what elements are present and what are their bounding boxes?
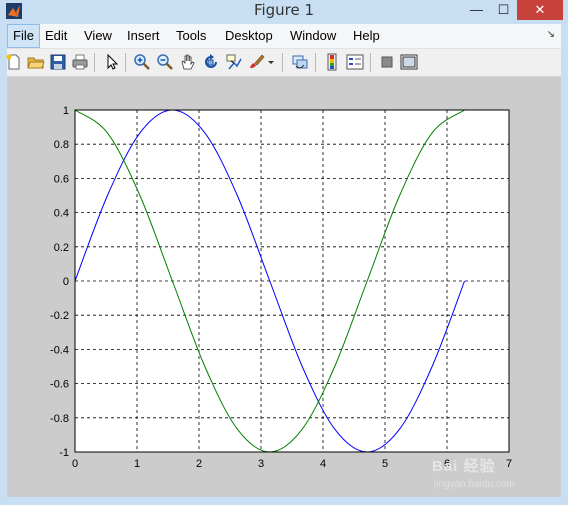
figure-canvas[interactable]: 0 1 2 3 4 5 6 7 1 0.8 0.6 0.4 0.2 0 -0.2 -0.4 -0.6 -0.8 -1	[7, 77, 561, 497]
y-tick-label: -0.6	[50, 379, 69, 391]
menu-overflow-arrow-icon[interactable]: ↘	[547, 29, 555, 40]
close-button[interactable]: ✕	[517, 0, 563, 20]
pan-hand-icon[interactable]	[179, 53, 197, 71]
x-tick-label: 4	[320, 458, 326, 470]
x-tick-label: 3	[258, 458, 264, 470]
toolbar-separator	[282, 53, 283, 72]
show-plot-tools-icon[interactable]	[400, 53, 418, 71]
x-tick-label: 2	[196, 458, 202, 470]
y-tick-label: 0	[63, 276, 69, 288]
insert-legend-icon[interactable]	[346, 53, 364, 71]
figure-toolbar	[5, 49, 561, 77]
brush-icon[interactable]	[247, 53, 265, 71]
watermark-url: jingyan.baidu.com	[434, 479, 515, 490]
open-file-icon[interactable]	[27, 53, 45, 71]
zoom-out-icon[interactable]	[156, 53, 174, 71]
toolbar-separator	[125, 53, 126, 72]
line-plot[interactable]: 0 1 2 3 4 5 6 710.80.60.40.20-0.2-0.4-0.6-0.8-1	[7, 77, 561, 497]
rotate-3d-icon[interactable]	[202, 53, 220, 71]
menu-view[interactable]: View	[79, 24, 117, 48]
watermark-logo: Bai 经验	[432, 458, 496, 475]
maximize-button[interactable]: ☐	[490, 0, 517, 20]
y-tick-label: -0.2	[50, 310, 69, 322]
minimize-button[interactable]: —	[463, 0, 490, 20]
y-tick-label: 1	[63, 105, 69, 117]
data-cursor-icon[interactable]	[225, 53, 243, 71]
x-tick-label: 0	[72, 458, 78, 470]
zoom-in-icon[interactable]	[133, 53, 151, 71]
x-tick-label: 1	[134, 458, 140, 470]
hide-plot-tools-icon[interactable]	[378, 53, 396, 71]
y-tick-label: 0.2	[54, 242, 69, 254]
insert-colorbar-icon[interactable]	[323, 53, 341, 71]
menu-desktop[interactable]: Desktop	[220, 24, 278, 48]
toolbar-separator	[94, 53, 95, 72]
edit-plot-arrow-icon[interactable]	[103, 53, 121, 71]
menu-edit[interactable]: Edit	[40, 24, 72, 48]
x-tick-label: 5	[382, 458, 388, 470]
menu-window[interactable]: Window	[285, 24, 341, 48]
y-tick-label: -0.8	[50, 413, 69, 425]
figure-window: Figure 1 — ☐ ✕ File Edit View Insert Too…	[0, 0, 568, 505]
new-figure-icon[interactable]	[5, 53, 23, 71]
toolbar-separator	[370, 53, 371, 72]
toolbar-separator	[315, 53, 316, 72]
menu-help[interactable]: Help	[348, 24, 385, 48]
menu-tools[interactable]: Tools	[171, 24, 211, 48]
y-tick-label: -1	[59, 447, 69, 459]
print-icon[interactable]	[71, 53, 89, 71]
menu-insert[interactable]: Insert	[122, 24, 165, 48]
watermark: Bai 经验 jingyan.baidu.com	[432, 455, 542, 495]
link-plot-icon[interactable]	[291, 53, 309, 71]
save-icon[interactable]	[49, 53, 67, 71]
title-bar[interactable]: Figure 1 — ☐ ✕	[0, 0, 568, 22]
y-tick-label: 0.4	[54, 208, 69, 220]
y-tick-label: 0.6	[54, 173, 69, 185]
brush-dropdown-arrow-icon[interactable]	[266, 53, 276, 71]
menu-bar: File Edit View Insert Tools Desktop Wind…	[7, 24, 561, 49]
y-tick-label: 0.8	[54, 139, 69, 151]
menu-file[interactable]: File	[7, 24, 40, 48]
y-tick-label: -0.4	[50, 344, 69, 356]
